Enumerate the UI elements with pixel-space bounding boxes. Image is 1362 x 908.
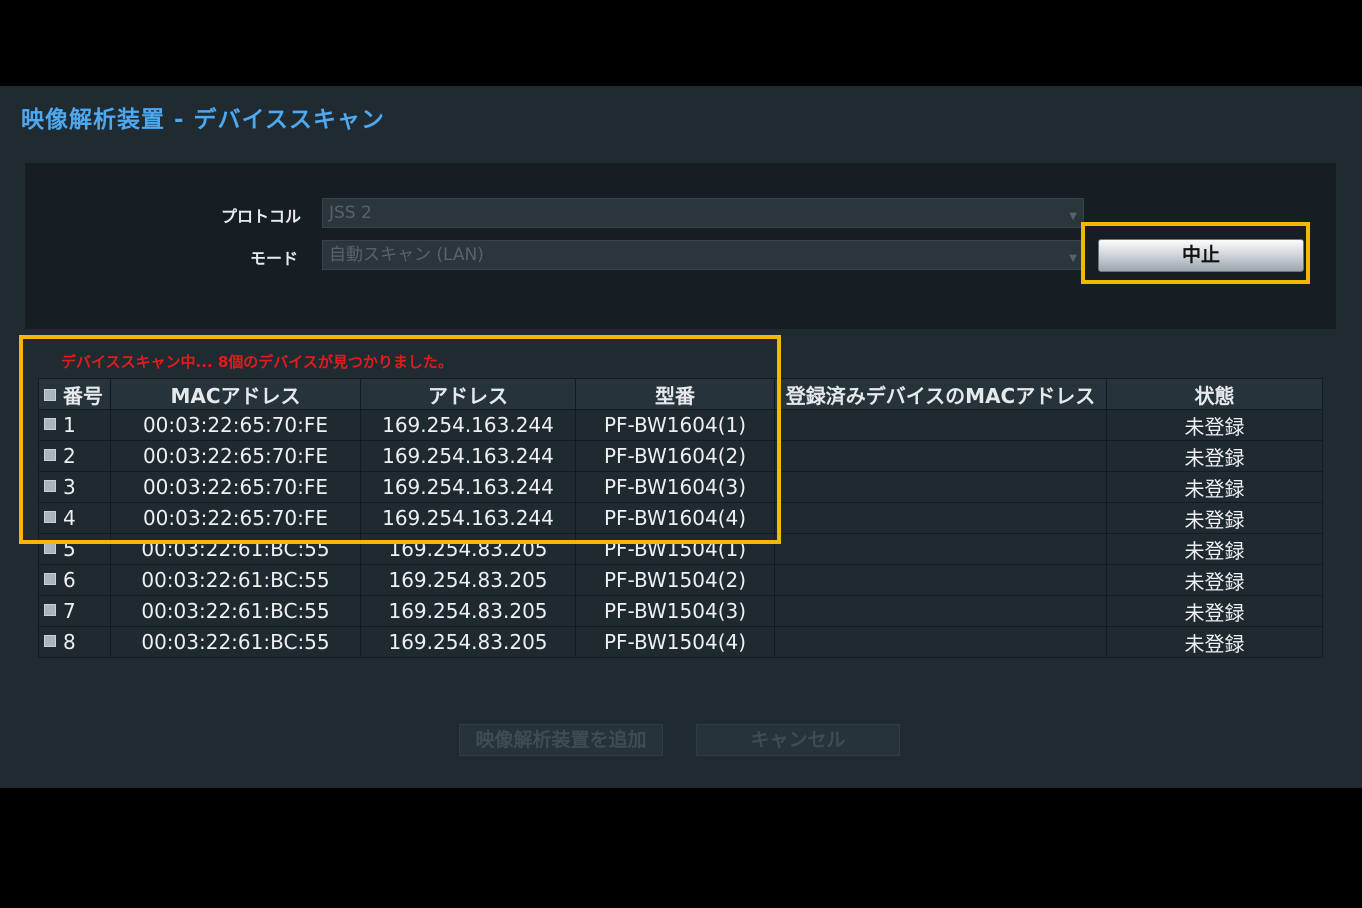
table-row[interactable]: 3 00:03:22:65:70:FE 169.254.163.244 PF-BW16…	[38, 471, 1323, 503]
table-row[interactable]: 4 00:03:22:65:70:FE 169.254.163.244 PF-BW16…	[38, 502, 1323, 534]
row-address: 169.254.163.244	[360, 502, 576, 534]
row-checkbox[interactable]	[44, 542, 56, 554]
table-row[interactable]: 6 00:03:22:61:BC:55 169.254.83.205 PF-BW150…	[38, 564, 1323, 596]
row-model: PF-BW1604(1)	[575, 409, 775, 441]
row-model: PF-BW1504(1)	[575, 533, 775, 565]
row-number: 5	[38, 533, 111, 565]
mode-select[interactable]: 自動スキャン (LAN) ▼	[322, 240, 1084, 270]
row-model: PF-BW1504(3)	[575, 595, 775, 627]
table-row[interactable]: 8 00:03:22:61:BC:55 169.254.83.205 PF-BW150…	[38, 626, 1323, 658]
dialog-title: 映像解析装置 - デバイススキャン	[21, 107, 385, 133]
row-address: 169.254.83.205	[360, 564, 576, 596]
header-mac[interactable]: MACアドレス	[110, 378, 361, 410]
row-status: 未登録	[1106, 502, 1323, 534]
row-number: 6	[38, 564, 111, 596]
scan-status-message: デバイススキャン中... 8個のデバイスが見つかりました。	[61, 353, 453, 371]
row-mac: 00:03:22:61:BC:55	[110, 595, 361, 627]
header-registered-mac[interactable]: 登録済みデバイスのMACアドレス	[774, 378, 1107, 410]
row-number: 1	[38, 409, 111, 441]
row-checkbox[interactable]	[44, 480, 56, 492]
row-status: 未登録	[1106, 440, 1323, 472]
row-model: PF-BW1604(4)	[575, 502, 775, 534]
select-all-checkbox[interactable]	[44, 388, 56, 401]
header-number[interactable]: 番号	[38, 378, 111, 410]
row-status: 未登録	[1106, 409, 1323, 441]
device-scan-dialog: 映像解析装置 - デバイススキャン プロトコル JSS 2 ▼ モード 自動スキ…	[0, 86, 1362, 788]
cancel-button[interactable]: キャンセル	[696, 724, 900, 756]
stop-button[interactable]: 中止	[1098, 239, 1304, 272]
row-registered-mac	[774, 595, 1107, 627]
table-row[interactable]: 7 00:03:22:61:BC:55 169.254.83.205 PF-BW150…	[38, 595, 1323, 627]
row-mac: 00:03:22:65:70:FE	[110, 471, 361, 503]
row-number: 3	[38, 471, 111, 503]
row-checkbox[interactable]	[44, 604, 56, 616]
table-row[interactable]: 5 00:03:22:61:BC:55 169.254.83.205 PF-BW150…	[38, 533, 1323, 565]
device-table: 番号 MACアドレス アドレス 型番 登録済みデバイスのMACアドレス 状態 1…	[38, 378, 1323, 658]
protocol-label: プロトコル	[220, 207, 301, 226]
row-status: 未登録	[1106, 626, 1323, 658]
row-mac: 00:03:22:61:BC:55	[110, 626, 361, 658]
row-number: 8	[38, 626, 111, 658]
row-registered-mac	[774, 626, 1107, 658]
row-model: PF-BW1604(3)	[575, 471, 775, 503]
row-mac: 00:03:22:61:BC:55	[110, 533, 361, 565]
table-header-row: 番号 MACアドレス アドレス 型番 登録済みデバイスのMACアドレス 状態	[38, 378, 1323, 410]
row-checkbox[interactable]	[44, 418, 56, 430]
row-checkbox[interactable]	[44, 573, 56, 585]
row-address: 169.254.83.205	[360, 626, 576, 658]
row-address: 169.254.83.205	[360, 595, 576, 627]
row-address: 169.254.83.205	[360, 533, 576, 565]
row-checkbox[interactable]	[44, 511, 56, 523]
row-number: 7	[38, 595, 111, 627]
protocol-value: JSS 2	[329, 203, 372, 223]
row-registered-mac	[774, 440, 1107, 472]
row-status: 未登録	[1106, 564, 1323, 596]
header-status[interactable]: 状態	[1106, 378, 1323, 410]
row-registered-mac	[774, 564, 1107, 596]
row-registered-mac	[774, 471, 1107, 503]
table-row[interactable]: 1 00:03:22:65:70:FE 169.254.163.244 PF-BW16…	[38, 409, 1323, 441]
row-number: 2	[38, 440, 111, 472]
row-model: PF-BW1504(4)	[575, 626, 775, 658]
row-registered-mac	[774, 409, 1107, 441]
mode-label: モード	[249, 249, 298, 268]
row-model: PF-BW1504(2)	[575, 564, 775, 596]
mode-value: 自動スキャン (LAN)	[329, 245, 484, 265]
row-address: 169.254.163.244	[360, 440, 576, 472]
row-status: 未登録	[1106, 471, 1323, 503]
chevron-down-icon: ▼	[1069, 253, 1077, 264]
row-registered-mac	[774, 502, 1107, 534]
row-address: 169.254.163.244	[360, 471, 576, 503]
table-row[interactable]: 2 00:03:22:65:70:FE 169.254.163.244 PF-BW16…	[38, 440, 1323, 472]
row-checkbox[interactable]	[44, 449, 56, 461]
header-address[interactable]: アドレス	[360, 378, 576, 410]
row-address: 169.254.163.244	[360, 409, 576, 441]
row-mac: 00:03:22:65:70:FE	[110, 409, 361, 441]
row-mac: 00:03:22:61:BC:55	[110, 564, 361, 596]
row-checkbox[interactable]	[44, 635, 56, 647]
row-mac: 00:03:22:65:70:FE	[110, 502, 361, 534]
row-registered-mac	[774, 533, 1107, 565]
protocol-select[interactable]: JSS 2 ▼	[322, 198, 1084, 228]
row-mac: 00:03:22:65:70:FE	[110, 440, 361, 472]
row-number: 4	[38, 502, 111, 534]
row-model: PF-BW1604(2)	[575, 440, 775, 472]
row-status: 未登録	[1106, 533, 1323, 565]
header-model[interactable]: 型番	[575, 378, 775, 410]
add-analyzer-button[interactable]: 映像解析装置を追加	[459, 724, 663, 756]
chevron-down-icon: ▼	[1069, 211, 1077, 222]
row-status: 未登録	[1106, 595, 1323, 627]
